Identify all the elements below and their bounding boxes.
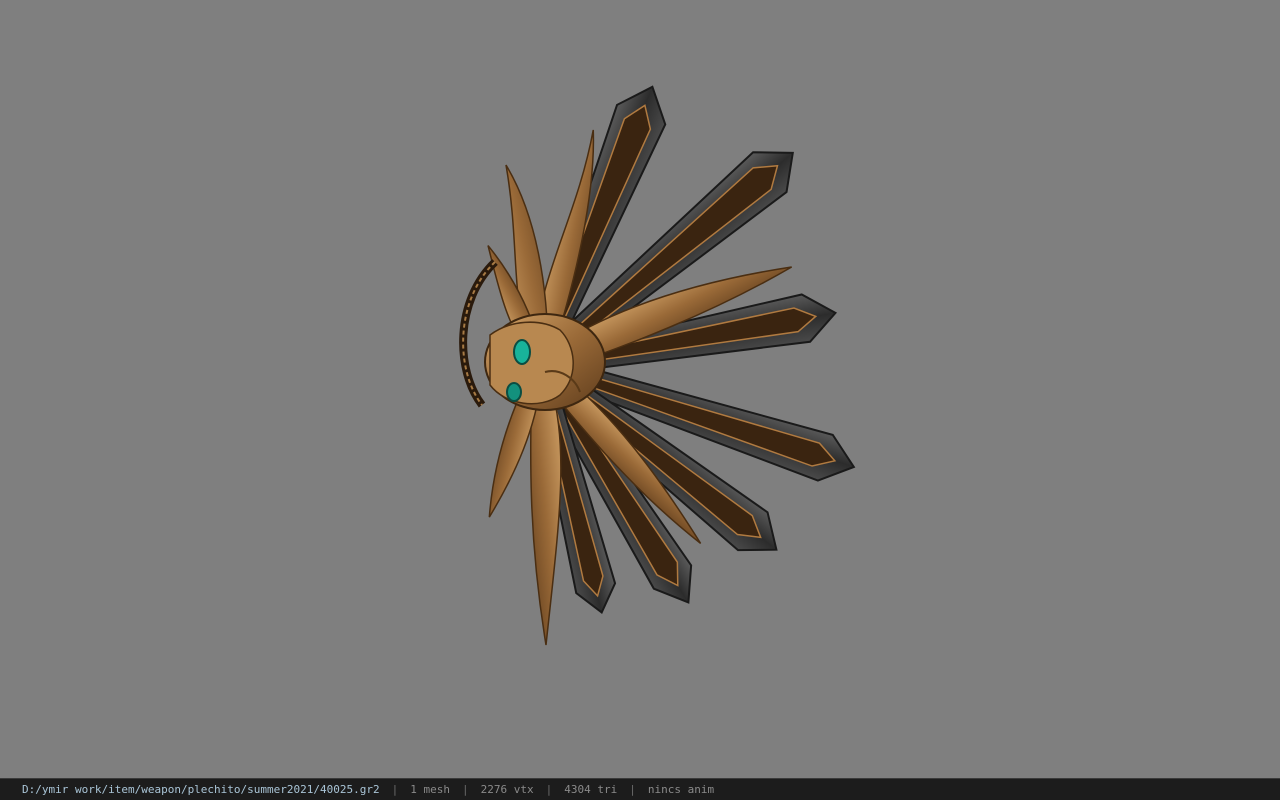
mesh-count-label: 1 mesh (410, 783, 450, 796)
vertex-count-label: 2276 vtx (480, 783, 534, 796)
3d-viewport[interactable] (0, 0, 1280, 778)
separator: | (545, 783, 553, 796)
separator: | (462, 783, 469, 796)
anim-status-label: nincs anim (647, 783, 715, 796)
separator: | (629, 783, 636, 796)
hub-skull (484, 313, 606, 411)
file-path-label: D:/ymir work/item/weapon/plechito/summer… (22, 783, 380, 796)
status-bar: D:/ymir work/item/weapon/plechito/summer… (0, 778, 1280, 800)
triangle-count-label: 4304 tri (564, 783, 618, 796)
separator: | (391, 783, 399, 796)
fan-weapon-model[interactable] (0, 0, 1280, 778)
